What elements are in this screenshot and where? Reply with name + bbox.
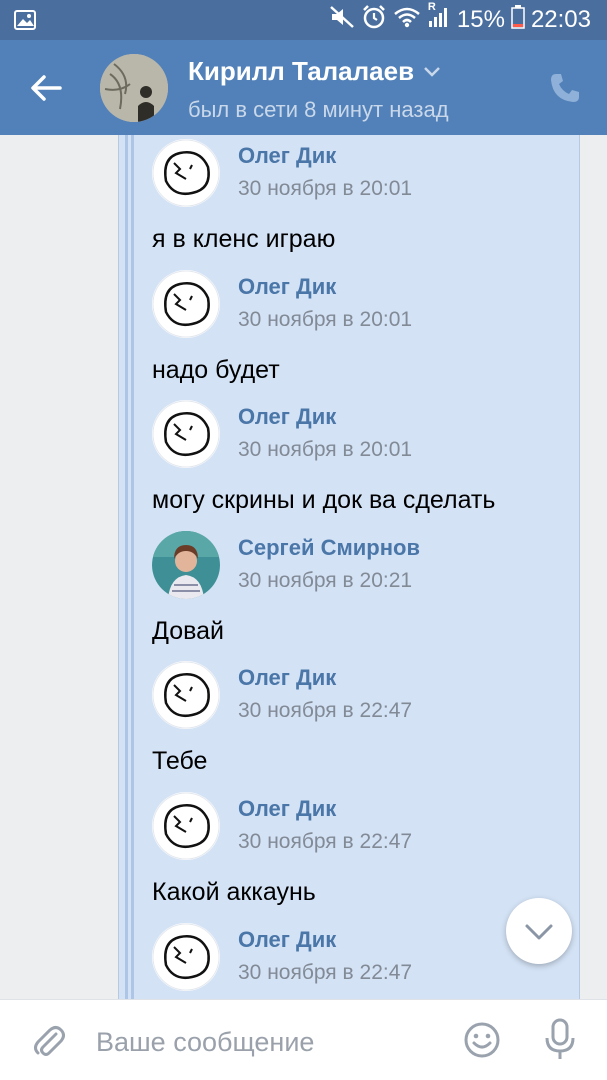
doodle-face-avatar[interactable] bbox=[152, 139, 220, 207]
chevron-down-icon bbox=[424, 66, 440, 77]
message-text: надо будет bbox=[152, 356, 280, 384]
message-date: 30 ноября в 20:21 bbox=[238, 569, 413, 592]
signal-icon: R bbox=[427, 1, 451, 36]
message-date: 30 ноября в 20:01 bbox=[238, 308, 413, 331]
message-date: 30 ноября в 20:01 bbox=[238, 177, 413, 200]
arrow-left-icon bbox=[31, 75, 62, 101]
clock: 22:03 bbox=[530, 6, 591, 33]
message-author[interactable]: Олег Дик bbox=[238, 404, 336, 430]
doodle-face-avatar[interactable] bbox=[152, 661, 220, 729]
forwarded-message: Олег Дик 30 ноября в 20:01 могу скрины и… bbox=[152, 400, 582, 514]
last-seen-status: был в сети 8 минут назад bbox=[188, 97, 449, 122]
message-author[interactable]: Олег Дик bbox=[238, 927, 336, 953]
message-date: 30 ноября в 22:47 bbox=[238, 830, 413, 853]
attach-button[interactable] bbox=[28, 1020, 68, 1060]
forwarded-message: Олег Дик 30 ноября в 22:47 Какой аккаунь bbox=[152, 792, 582, 906]
roaming-mark: R bbox=[427, 0, 436, 13]
message-author[interactable]: Олег Дик bbox=[238, 274, 336, 300]
message-text: я в кленс играю bbox=[152, 225, 336, 253]
forward-line bbox=[131, 135, 134, 999]
smile-icon bbox=[464, 1022, 500, 1058]
phone-icon bbox=[551, 74, 579, 102]
forward-line bbox=[125, 135, 128, 999]
voice-message-button[interactable] bbox=[542, 1018, 578, 1062]
forwarded-message: Олег Дик 30 ноября в 20:01 я в кленс игр… bbox=[152, 139, 582, 253]
forwarded-message: Олег Дик 30 ноября в 20:01 надо будет bbox=[152, 270, 582, 384]
conversation-header: Кирилл Талалаев был в сети 8 минут назад bbox=[0, 40, 607, 135]
message-text: могу скрины и док ва сделать bbox=[152, 486, 496, 514]
image-icon bbox=[14, 10, 36, 35]
battery-percent: 15% bbox=[456, 6, 505, 33]
wifi-icon bbox=[393, 6, 421, 35]
message-date: 30 ноября в 22:47 bbox=[238, 699, 413, 722]
call-button[interactable] bbox=[547, 70, 583, 106]
message-date: 30 ноября в 22:47 bbox=[238, 961, 413, 984]
message-list[interactable]: Олег Дик 30 ноября в 20:01 я в кленс игр… bbox=[0, 135, 607, 999]
microphone-icon bbox=[545, 1018, 575, 1059]
message-author[interactable]: Олег Дик bbox=[238, 143, 336, 169]
contact-name-dropdown[interactable]: Кирилл Талалаев bbox=[188, 56, 449, 87]
forwarded-message: Сергей Смирнов 30 ноября в 20:21 Довай bbox=[152, 531, 582, 645]
contact-name: Кирилл Талалаев bbox=[188, 56, 415, 86]
doodle-face-avatar[interactable] bbox=[152, 923, 220, 991]
message-author[interactable]: Олег Дик bbox=[238, 796, 336, 822]
status-bar: R 15% 22:03 bbox=[0, 0, 607, 40]
battery-icon bbox=[511, 4, 525, 36]
message-composer bbox=[0, 999, 607, 1080]
contact-avatar[interactable] bbox=[100, 54, 168, 122]
mute-icon bbox=[329, 5, 355, 36]
message-text: Тебе bbox=[152, 747, 208, 775]
message-input[interactable] bbox=[96, 1022, 436, 1062]
message-text: Какой аккаунь bbox=[152, 878, 316, 906]
paperclip-icon bbox=[34, 1026, 65, 1056]
doodle-face-avatar[interactable] bbox=[152, 792, 220, 860]
scroll-to-bottom-button[interactable] bbox=[506, 898, 572, 964]
photo-avatar[interactable] bbox=[152, 531, 220, 599]
alarm-icon bbox=[361, 4, 387, 37]
chevron-down-icon bbox=[525, 924, 553, 940]
doodle-face-avatar[interactable] bbox=[152, 400, 220, 468]
doodle-face-avatar[interactable] bbox=[152, 270, 220, 338]
message-text: Довай bbox=[152, 617, 224, 645]
emoji-button[interactable] bbox=[462, 1020, 502, 1060]
back-button[interactable] bbox=[26, 68, 66, 108]
forwarded-message: Олег Дик 30 ноября в 22:47 Тебе bbox=[152, 661, 582, 775]
message-author[interactable]: Олег Дик bbox=[238, 665, 336, 691]
message-date: 30 ноября в 20:01 bbox=[238, 438, 413, 461]
message-author[interactable]: Сергей Смирнов bbox=[238, 535, 420, 561]
